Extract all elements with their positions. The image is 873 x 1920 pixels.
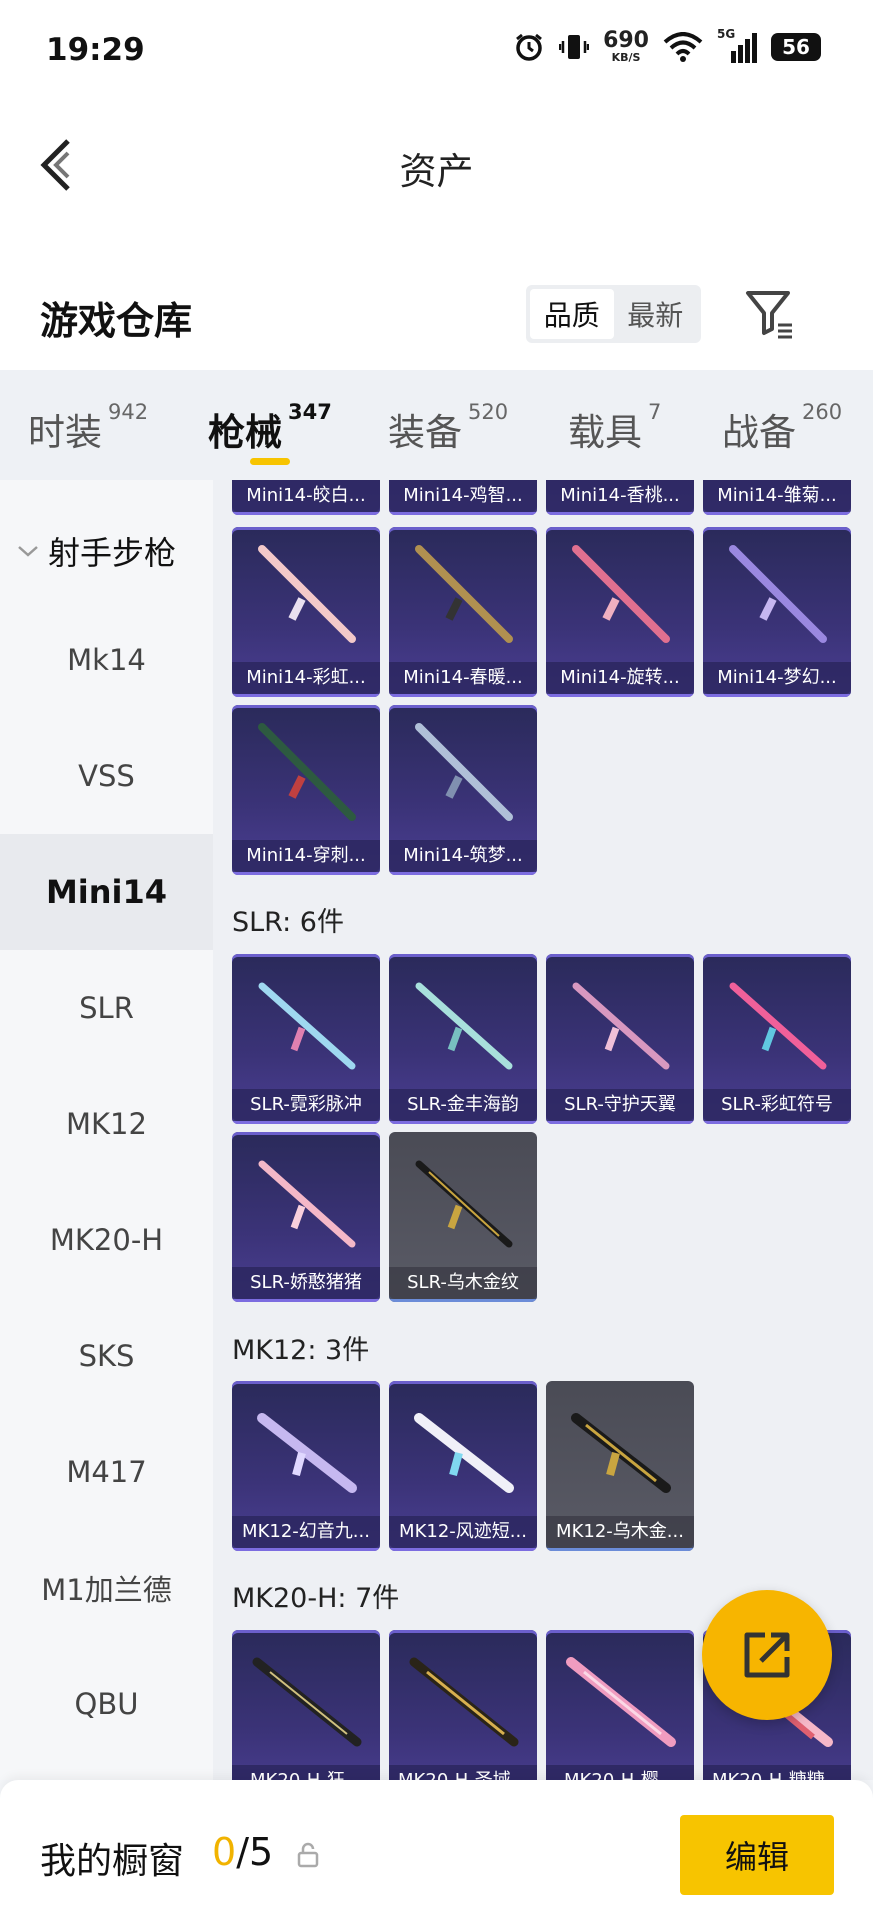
sidebar-item-m417[interactable]: M417 — [0, 1414, 213, 1530]
weapon-card[interactable]: SLR-霓彩脉冲 — [232, 954, 380, 1124]
sidebar-item-mini14[interactable]: Mini14 — [0, 834, 213, 950]
category-tabs: 时装 942 枪械 347 装备 520 载具 7 战备 260 — [0, 370, 873, 480]
weapon-card[interactable]: Mini14-春暖... — [389, 527, 537, 697]
weapon-card[interactable]: SLR-守护天翼 — [546, 954, 694, 1124]
weapon-card[interactable]: Mini14-梦幻... — [703, 527, 851, 697]
section-title-mk12: MK12: 3件 — [232, 1335, 370, 1366]
weapon-grid: Mini14-皎白... Mini14-鸡智... Mini14-香桃... M… — [213, 480, 873, 1780]
sidebar-item-sks[interactable]: SKS — [0, 1298, 213, 1414]
section-title-mk20h: MK20-H: 7件 — [232, 1583, 400, 1614]
sidebar-item-vss[interactable]: VSS — [0, 718, 213, 834]
rifle-icon — [409, 1657, 519, 1747]
weapon-card[interactable]: Mini14-雏菊... — [703, 480, 851, 515]
external-link-icon — [744, 1632, 790, 1678]
share-fab-button[interactable] — [702, 1590, 832, 1720]
weapon-card[interactable]: SLR-乌木金纹 — [389, 1132, 537, 1302]
sort-option-newest[interactable]: 最新 — [614, 289, 698, 339]
sidebar-item-m1-garand[interactable]: M1加兰德 — [0, 1530, 213, 1646]
rifle-icon — [729, 545, 827, 643]
weapon-card[interactable]: Mini14-彩虹... — [232, 527, 380, 697]
rifle-icon — [415, 982, 513, 1070]
wifi-icon — [663, 31, 703, 62]
weapon-card[interactable]: MK20-H-圣域... — [389, 1630, 537, 1780]
weapon-card[interactable]: Mini14-香桃... — [546, 480, 694, 515]
sidebar-item-mk20h[interactable]: MK20-H — [0, 1182, 213, 1298]
cellular-signal-icon: 5G — [717, 27, 757, 63]
active-tab-indicator — [250, 458, 290, 465]
weapon-card[interactable]: SLR-金丰海韵 — [389, 954, 537, 1124]
tab-vehicles[interactable]: 载具 7 — [568, 400, 661, 456]
weapon-card[interactable]: MK20-H-狂... — [232, 1630, 380, 1780]
weapon-card[interactable]: SLR-彩虹符号 — [703, 954, 851, 1124]
rifle-icon — [572, 545, 670, 643]
weapon-card[interactable]: MK12-乌木金... — [546, 1381, 694, 1551]
rifle-icon — [415, 723, 513, 821]
battery-indicator: 56 — [771, 32, 821, 61]
weapon-card[interactable]: Mini14-筑梦... — [389, 705, 537, 875]
tab-firearms[interactable]: 枪械 347 — [208, 400, 332, 456]
status-bar: 19:29 690 KB/S 5G 56 — [0, 0, 873, 105]
edit-button[interactable]: 编辑 — [680, 1815, 834, 1895]
status-time: 19:29 — [46, 32, 145, 68]
tab-fashion[interactable]: 时装 942 — [28, 400, 148, 456]
rifle-icon — [414, 1413, 514, 1493]
vibrate-icon — [559, 34, 590, 59]
weapon-type-sidebar: 射手步枪 Mk14 VSS Mini14 SLR MK12 MK20-H SKS… — [0, 480, 213, 1780]
sidebar-item-mk14[interactable]: Mk14 — [0, 602, 213, 718]
showcase-title: 我的橱窗 — [40, 1841, 185, 1882]
weapon-card[interactable]: MK20-H-樱... — [546, 1630, 694, 1780]
weapon-card[interactable]: SLR-娇憨猪猪 — [232, 1132, 380, 1302]
tab-equipment[interactable]: 装备 520 — [388, 400, 508, 456]
sidebar-item-slr[interactable]: SLR — [0, 950, 213, 1066]
chevron-down-icon — [18, 546, 38, 557]
weapon-card[interactable]: MK12-风迹短... — [389, 1381, 537, 1551]
status-icons: 690 KB/S 5G 56 — [513, 27, 821, 64]
nav-bar: 资产 — [0, 105, 873, 225]
showcase-count: 0/5 — [212, 1830, 274, 1874]
sort-option-quality[interactable]: 品质 — [530, 289, 614, 339]
rifle-icon — [258, 545, 356, 643]
sort-toggle: 品质 最新 — [526, 285, 701, 343]
warehouse-header: 游戏仓库 品质 最新 — [0, 225, 873, 370]
rifle-icon — [257, 1413, 357, 1493]
page-title: 资产 — [399, 150, 474, 193]
filter-icon[interactable] — [744, 287, 796, 339]
rifle-icon — [729, 982, 827, 1070]
warehouse-title: 游戏仓库 — [40, 299, 193, 343]
rifle-icon — [258, 982, 356, 1070]
showcase-bar: 我的橱窗 0/5 编辑 — [0, 1780, 873, 1920]
sidebar-item-qbu[interactable]: QBU — [0, 1646, 213, 1762]
rifle-icon — [572, 982, 670, 1070]
weapon-card[interactable]: Mini14-穿刺... — [232, 705, 380, 875]
rifle-icon — [571, 1413, 671, 1493]
rifle-icon — [566, 1657, 676, 1747]
weapon-card[interactable]: MK12-幻音九... — [232, 1381, 380, 1551]
weapon-card[interactable]: Mini14-鸡智... — [389, 480, 537, 515]
sidebar-group-marksman-rifles[interactable]: 射手步枪 — [16, 528, 176, 574]
rifle-icon — [252, 1657, 362, 1747]
alarm-icon — [516, 33, 542, 61]
net-speed: 690 KB/S — [603, 28, 649, 64]
lock-icon — [297, 1842, 319, 1868]
tab-supplies[interactable]: 战备 260 — [722, 400, 842, 456]
rifle-icon — [415, 545, 513, 643]
rifle-icon — [258, 723, 356, 821]
section-title-slr: SLR: 6件 — [232, 907, 344, 938]
weapon-card[interactable]: Mini14-旋转... — [546, 527, 694, 697]
weapon-card[interactable]: Mini14-皎白... — [232, 480, 380, 515]
sidebar-item-mk12[interactable]: MK12 — [0, 1066, 213, 1182]
rifle-icon — [258, 1160, 356, 1248]
rifle-icon — [415, 1160, 513, 1248]
